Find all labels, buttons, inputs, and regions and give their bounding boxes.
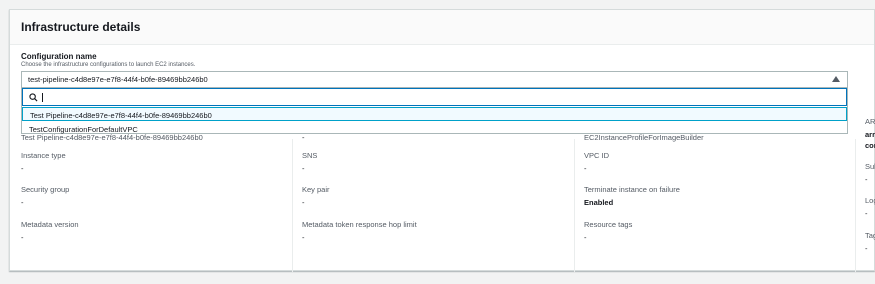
configuration-name-label: Configuration name xyxy=(21,52,97,61)
resource-tags-value: - xyxy=(584,233,587,242)
dropdown-option-default-vpc[interactable]: TestConfigurationForDefaultVPC xyxy=(22,122,847,136)
column-divider xyxy=(574,139,575,272)
security-group-label: Security group xyxy=(21,185,70,194)
panel-title: Infrastructure details xyxy=(21,20,141,34)
terminate-on-failure-value: Enabled xyxy=(584,198,614,207)
instance-type-label: Instance type xyxy=(21,151,66,160)
vpc-id-value: - xyxy=(584,164,587,173)
key-pair-label: Key pair xyxy=(302,185,330,194)
tags-label-partial: Tag xyxy=(865,231,875,240)
configuration-selected-value: test-pipeline-c4d8e97e-e7f8-44f4-b0fe-89… xyxy=(28,75,208,84)
hop-limit-value: - xyxy=(302,233,305,242)
metadata-version-value: - xyxy=(21,233,24,242)
logs-label-partial: Log xyxy=(865,196,875,205)
text-cursor xyxy=(42,93,43,102)
column-divider xyxy=(855,139,856,272)
sns-label: SNS xyxy=(302,151,318,160)
configuration-select[interactable]: test-pipeline-c4d8e97e-e7f8-44f4-b0fe-89… xyxy=(21,71,848,88)
logs-value-partial: - xyxy=(865,209,868,218)
dropdown-search[interactable] xyxy=(22,88,847,106)
column-divider xyxy=(292,139,293,272)
dropdown-option-test-pipeline[interactable]: Test Pipeline-c4d8e97e-e7f8-44f4-b0fe-89… xyxy=(22,107,847,121)
panel-header: Infrastructure details xyxy=(10,10,874,45)
subnet-label-partial: Sul xyxy=(865,162,875,171)
infrastructure-details-panel: Infrastructure details Configuration nam… xyxy=(9,9,875,272)
arn-value-partial-1: arr xyxy=(865,130,875,139)
configuration-dropdown: Test Pipeline-c4d8e97e-e7f8-44f4-b0fe-89… xyxy=(21,87,848,134)
subnet-value-partial: - xyxy=(865,175,868,184)
resource-tags-label: Resource tags xyxy=(584,220,633,229)
sns-value: - xyxy=(302,164,305,173)
terminate-on-failure-label: Terminate instance on failure xyxy=(584,185,680,194)
search-icon xyxy=(29,93,38,102)
tags-value-partial: - xyxy=(865,244,868,253)
metadata-version-label: Metadata version xyxy=(21,220,79,229)
arn-value-partial-2: cor xyxy=(865,141,875,150)
arn-label-partial: AR xyxy=(865,117,875,126)
instance-type-value: - xyxy=(21,164,24,173)
configuration-name-description: Choose the infrastructure configurations… xyxy=(21,62,196,68)
hop-limit-label: Metadata token response hop limit xyxy=(302,220,417,229)
vpc-id-label: VPC ID xyxy=(584,151,610,160)
key-pair-value: - xyxy=(302,198,305,207)
security-group-value: - xyxy=(21,198,24,207)
caret-up-icon[interactable] xyxy=(832,76,840,82)
